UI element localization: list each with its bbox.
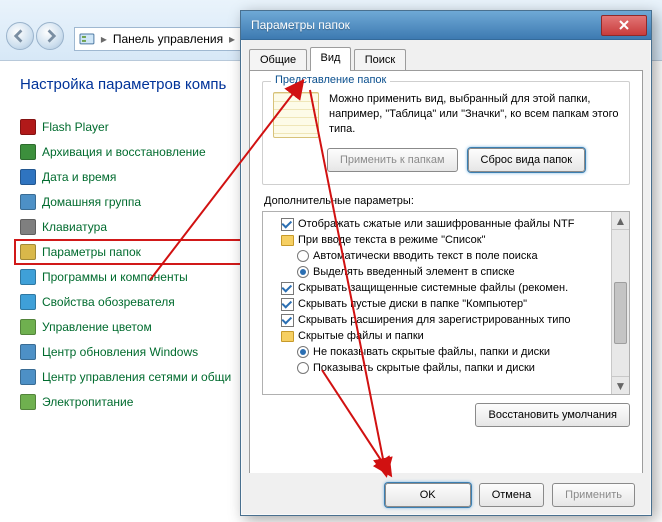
control-panel-list: Flash Player Архивация и восстановление Да… — [20, 119, 260, 410]
tree-item: Автоматически вводить текст в поле поиск… — [267, 248, 627, 264]
cp-item-icon — [20, 244, 36, 260]
cp-item-icon — [20, 369, 36, 385]
cp-item[interactable]: Клавиатура — [20, 219, 260, 235]
tree-item: Скрытые файлы и папки — [267, 328, 627, 344]
tab-general[interactable]: Общие — [249, 49, 307, 71]
radio-icon[interactable] — [297, 266, 309, 278]
checkbox-icon[interactable] — [281, 314, 294, 327]
radio-icon[interactable] — [297, 362, 309, 374]
cp-item-icon — [20, 344, 36, 360]
page-title: Настройка параметров компь — [20, 76, 260, 93]
tab-panel-view: Представление папок Можно применить вид,… — [249, 70, 643, 507]
scroll-thumb[interactable] — [614, 282, 627, 344]
scrollbar[interactable]: ▲ ▼ — [611, 212, 629, 394]
apply-to-folders-button[interactable]: Применить к папкам — [327, 148, 458, 172]
tab-view[interactable]: Вид — [310, 47, 352, 71]
apply-button[interactable]: Применить — [552, 483, 635, 507]
dialog-titlebar[interactable]: Параметры папок — [241, 11, 651, 40]
checkbox-icon[interactable] — [281, 282, 294, 295]
dialog-title: Параметры папок — [251, 18, 601, 32]
breadcrumb-sep-icon: ▸ — [99, 32, 109, 46]
cp-item-icon — [20, 394, 36, 410]
folder-icon — [281, 331, 294, 342]
close-icon — [619, 20, 629, 30]
reset-folders-button[interactable]: Сброс вида папок — [468, 148, 586, 172]
breadcrumb-sep-icon: ▸ — [227, 32, 237, 46]
cp-item-label: Дата и время — [42, 170, 116, 184]
checkbox-icon[interactable] — [281, 298, 294, 311]
cancel-button[interactable]: Отмена — [479, 483, 544, 507]
address-bar[interactable]: ▸ Панель управления ▸ — [74, 27, 242, 51]
tree-item: Скрывать расширения для зарегистрированн… — [267, 312, 627, 328]
cp-item-label: Электропитание — [42, 395, 133, 409]
cp-item-icon — [20, 169, 36, 185]
folder-icon — [281, 235, 294, 246]
tree-item: Скрывать защищенные системные файлы (рек… — [267, 280, 627, 296]
folder-view-icon — [273, 92, 319, 138]
arrow-right-icon — [43, 29, 57, 43]
cp-item-label: Клавиатура — [42, 220, 107, 234]
advanced-label: Дополнительные параметры: — [264, 195, 630, 207]
cp-item-label: Параметры папок — [42, 245, 141, 259]
cp-item-label: Центр управления сетями и общи — [42, 370, 231, 384]
cp-item[interactable]: Архивация и восстановление — [20, 144, 260, 160]
ok-button[interactable]: OK — [385, 483, 471, 507]
tree-item: Отображать сжатые или зашифрованные файл… — [267, 216, 627, 232]
folder-view-desc: Можно применить вид, выбранный для этой … — [329, 92, 619, 138]
radio-icon[interactable] — [297, 346, 309, 358]
tree-item: Показывать скрытые файлы, папки и диски — [267, 360, 627, 376]
cp-item[interactable]: Электропитание — [20, 394, 260, 410]
tree-item: Выделять введенный элемент в списке — [267, 264, 627, 280]
cp-item-label: Программы и компоненты — [42, 270, 188, 284]
cp-item-label: Центр обновления Windows — [42, 345, 198, 359]
cp-item[interactable]: Дата и время — [20, 169, 260, 185]
tree-item: Скрывать пустые диски в папке "Компьютер… — [267, 296, 627, 312]
cp-item-label: Архивация и восстановление — [42, 145, 206, 159]
close-button[interactable] — [601, 15, 647, 36]
nav-forward-button[interactable] — [36, 22, 64, 50]
group-folder-view: Представление папок Можно применить вид,… — [262, 81, 630, 185]
cp-item-icon — [20, 319, 36, 335]
dialog-buttons: OK Отмена Применить — [249, 473, 643, 507]
folder-options-dialog: Параметры папок Общие Вид Поиск Представ… — [240, 10, 652, 516]
cp-item-icon — [20, 219, 36, 235]
scroll-up-icon[interactable]: ▲ — [612, 212, 629, 230]
tabs: Общие Вид Поиск — [249, 47, 643, 70]
cp-item[interactable]: Домашняя группа — [20, 194, 260, 210]
cp-item[interactable]: Flash Player — [20, 119, 260, 135]
tree-item: При вводе текста в режиме "Список" — [267, 232, 627, 248]
cp-item-label: Домашняя группа — [42, 195, 141, 209]
tree-item: Не показывать скрытые файлы, папки и дис… — [267, 344, 627, 360]
arrow-left-icon — [13, 29, 27, 43]
control-panel-icon — [79, 31, 95, 47]
cp-item-icon — [20, 269, 36, 285]
breadcrumb-item[interactable]: Панель управления — [113, 32, 223, 46]
checkbox-icon[interactable] — [281, 218, 294, 231]
cp-item[interactable]: Центр обновления Windows — [20, 344, 260, 360]
group-title: Представление папок — [271, 74, 390, 86]
cp-item[interactable]: Параметры папок — [14, 239, 266, 265]
cp-item[interactable]: Свойства обозревателя — [20, 294, 260, 310]
cp-item[interactable]: Центр управления сетями и общи — [20, 369, 260, 385]
radio-icon[interactable] — [297, 250, 309, 262]
cp-item-icon — [20, 119, 36, 135]
cp-item-icon — [20, 294, 36, 310]
control-panel-body: Настройка параметров компь Flash Player А… — [0, 60, 260, 522]
restore-defaults-button[interactable]: Восстановить умолчания — [475, 403, 630, 427]
cp-item[interactable]: Программы и компоненты — [20, 269, 260, 285]
nav-back-button[interactable] — [6, 22, 34, 50]
cp-item[interactable]: Управление цветом — [20, 319, 260, 335]
cp-item-icon — [20, 194, 36, 210]
tab-search[interactable]: Поиск — [354, 49, 406, 71]
cp-item-label: Управление цветом — [42, 320, 152, 334]
cp-item-label: Flash Player — [42, 120, 109, 134]
scroll-down-icon[interactable]: ▼ — [612, 376, 629, 394]
cp-item-icon — [20, 144, 36, 160]
cp-item-label: Свойства обозревателя — [42, 295, 175, 309]
advanced-settings-list[interactable]: Отображать сжатые или зашифрованные файл… — [262, 211, 630, 395]
